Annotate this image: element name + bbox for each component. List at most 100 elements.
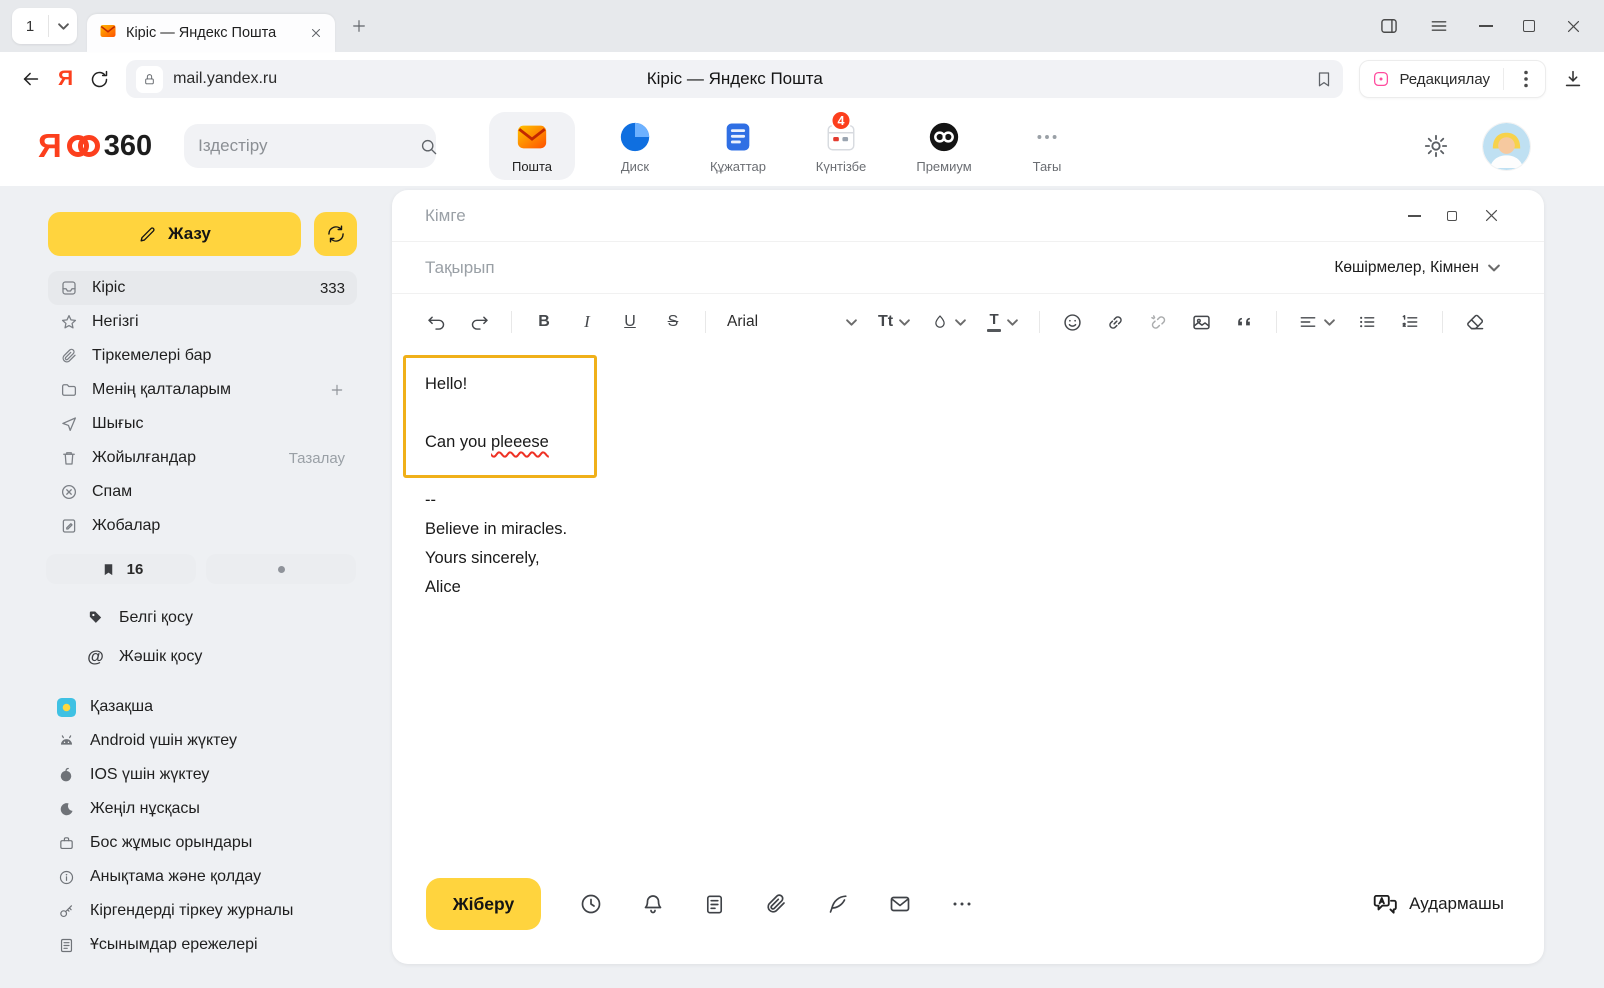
sidebar-item-my-folders[interactable]: Менің қалталарым (48, 373, 357, 407)
sidebar-item-inbox[interactable]: Кіріс 333 (48, 271, 357, 305)
schedule-send-icon[interactable] (579, 892, 603, 916)
insert-image-icon[interactable] (1190, 307, 1212, 337)
tab-group-chip[interactable]: 1 (12, 8, 77, 44)
eraser-icon[interactable] (1464, 307, 1486, 337)
vacancies-link[interactable]: Бос жұмыс орындары (56, 826, 293, 860)
inbox-icon (60, 279, 78, 297)
bookmarked-pill[interactable]: 16 (46, 554, 196, 584)
sidebar-footer-links: Қазақша Android үшін жүктеу IOS үшін жүк… (56, 690, 293, 962)
lock-icon[interactable] (136, 66, 163, 93)
bullet-list-icon[interactable] (1356, 307, 1378, 337)
nav-item-premium[interactable]: Премиум (901, 112, 987, 180)
sidebar-item-with-attachments[interactable]: Тіркемелері бар (48, 339, 357, 373)
recommendation-rules-link[interactable]: Ұсынымдар ережелері (56, 928, 293, 962)
italic-button[interactable]: I (576, 307, 598, 337)
translator-button[interactable]: Аудармашы (1372, 891, 1504, 917)
folder-icon (60, 381, 78, 399)
bookmark-icon[interactable] (1315, 70, 1333, 88)
text-color-select[interactable]: T (987, 312, 1018, 332)
compose-close-button[interactable] (1483, 207, 1500, 224)
add-mailbox-button[interactable]: @ Жәшік қосу (86, 637, 202, 676)
compose-minimize-button[interactable] (1408, 215, 1421, 217)
reminder-bell-icon[interactable] (641, 892, 665, 916)
sidebar-item-drafts[interactable]: Жобалар (48, 509, 357, 543)
tab-close-icon[interactable] (309, 26, 323, 40)
attach-file-icon[interactable] (764, 892, 788, 916)
help-support-link[interactable]: Анықтама және қолдау (56, 860, 293, 894)
compose-button[interactable]: Жазу (48, 212, 301, 256)
window-maximize-button[interactable] (1523, 20, 1535, 32)
template-icon[interactable] (703, 893, 726, 916)
language-link[interactable]: Қазақша (56, 690, 293, 724)
undo-icon[interactable] (425, 307, 447, 337)
search-icon[interactable] (419, 137, 438, 156)
feather-pen-icon[interactable] (826, 892, 850, 916)
browser-tab[interactable]: Кіріс — Яндекс Пошта (87, 14, 335, 52)
add-folder-icon[interactable] (329, 382, 345, 398)
compose-window: Көшірмелер, Кімнен B I U S Arial Tt (392, 190, 1544, 964)
nav-item-more[interactable]: Тағы (1004, 112, 1090, 180)
url-bar[interactable]: mail.yandex.ru Кіріс — Яндекс Пошта (126, 60, 1343, 98)
yandex-button[interactable]: Я (58, 67, 73, 91)
subject-field[interactable] (425, 258, 1334, 278)
settings-gear-icon[interactable] (1423, 133, 1449, 159)
compose-restore-button[interactable] (1447, 211, 1457, 221)
link-icon[interactable] (1104, 307, 1126, 337)
send-button[interactable]: Жіберу (426, 878, 541, 930)
add-label-button[interactable]: Белгі қосу (86, 598, 202, 637)
sidebar-item-trash[interactable]: Жойылғандар Тазалау (48, 441, 357, 475)
nav-item-docs[interactable]: Құжаттар (695, 112, 781, 180)
numbered-list-icon[interactable] (1399, 307, 1421, 337)
search-bar[interactable] (184, 124, 436, 168)
sidebar-item-sent[interactable]: Шығыс (48, 407, 357, 441)
light-version-link[interactable]: Жеңіл нұсқасы (56, 792, 293, 826)
edit-mode-button[interactable]: Редакциялау (1359, 60, 1546, 98)
redo-icon[interactable] (468, 307, 490, 337)
new-tab-button[interactable] (345, 12, 373, 40)
unlink-icon[interactable] (1147, 307, 1169, 337)
to-field[interactable] (425, 206, 1408, 226)
strikethrough-button[interactable]: S (662, 307, 684, 337)
font-family-value: Arial (727, 313, 758, 331)
avatar[interactable] (1483, 123, 1530, 170)
login-journal-link[interactable]: Кіргендерді тіркеу журналы (56, 894, 293, 928)
envelope-icon[interactable] (888, 892, 912, 916)
yandex360-logo[interactable]: Я 360 (38, 127, 152, 165)
bold-button[interactable]: B (533, 307, 555, 337)
window-close-button[interactable] (1565, 18, 1582, 35)
font-family-select[interactable]: Arial (727, 313, 857, 331)
label-dot-icon (278, 566, 285, 573)
menu-icon[interactable] (1429, 16, 1449, 36)
nav-item-calendar[interactable]: 4 Күнтізбе (798, 112, 884, 180)
clear-trash-link[interactable]: Тазалау (289, 450, 345, 467)
window-minimize-button[interactable] (1479, 25, 1493, 27)
info-icon (56, 869, 76, 886)
nav-item-mail[interactable]: Пошта (489, 112, 575, 180)
back-icon[interactable] (20, 68, 42, 90)
link-label: Кіргендерді тіркеу журналы (90, 902, 293, 920)
font-size-select[interactable]: Tt (878, 313, 910, 331)
message-body[interactable]: Hello! Can you pleeese -- Believe in mir… (392, 350, 1544, 622)
android-download-link[interactable]: Android үшін жүктеу (56, 724, 293, 758)
sidebar-item-spam[interactable]: Спам (48, 475, 357, 509)
quote-icon[interactable] (1233, 307, 1255, 337)
emoji-icon[interactable] (1061, 307, 1083, 337)
underline-button[interactable]: U (619, 307, 641, 337)
ios-download-link[interactable]: IOS үшін жүктеу (56, 758, 293, 792)
labels-pill[interactable] (206, 554, 356, 584)
highlight-color-select[interactable] (931, 313, 966, 331)
edit-button-label: Редакциялау (1399, 71, 1490, 88)
folder-label: Шығыс (92, 415, 144, 433)
divider (1442, 311, 1443, 333)
more-actions-icon[interactable] (950, 892, 974, 916)
cc-from-toggle[interactable]: Көшірмелер, Кімнен (1334, 259, 1500, 277)
search-input[interactable] (198, 136, 419, 156)
nav-item-disk[interactable]: Диск (592, 112, 678, 180)
sidebar-item-primary[interactable]: Негізгі (48, 305, 357, 339)
reload-icon[interactable] (89, 69, 110, 90)
side-panel-icon[interactable] (1379, 16, 1399, 36)
refresh-button[interactable] (314, 212, 357, 256)
align-select[interactable] (1298, 312, 1335, 332)
more-options-icon[interactable] (1513, 70, 1539, 88)
downloads-icon[interactable] (1562, 68, 1584, 90)
